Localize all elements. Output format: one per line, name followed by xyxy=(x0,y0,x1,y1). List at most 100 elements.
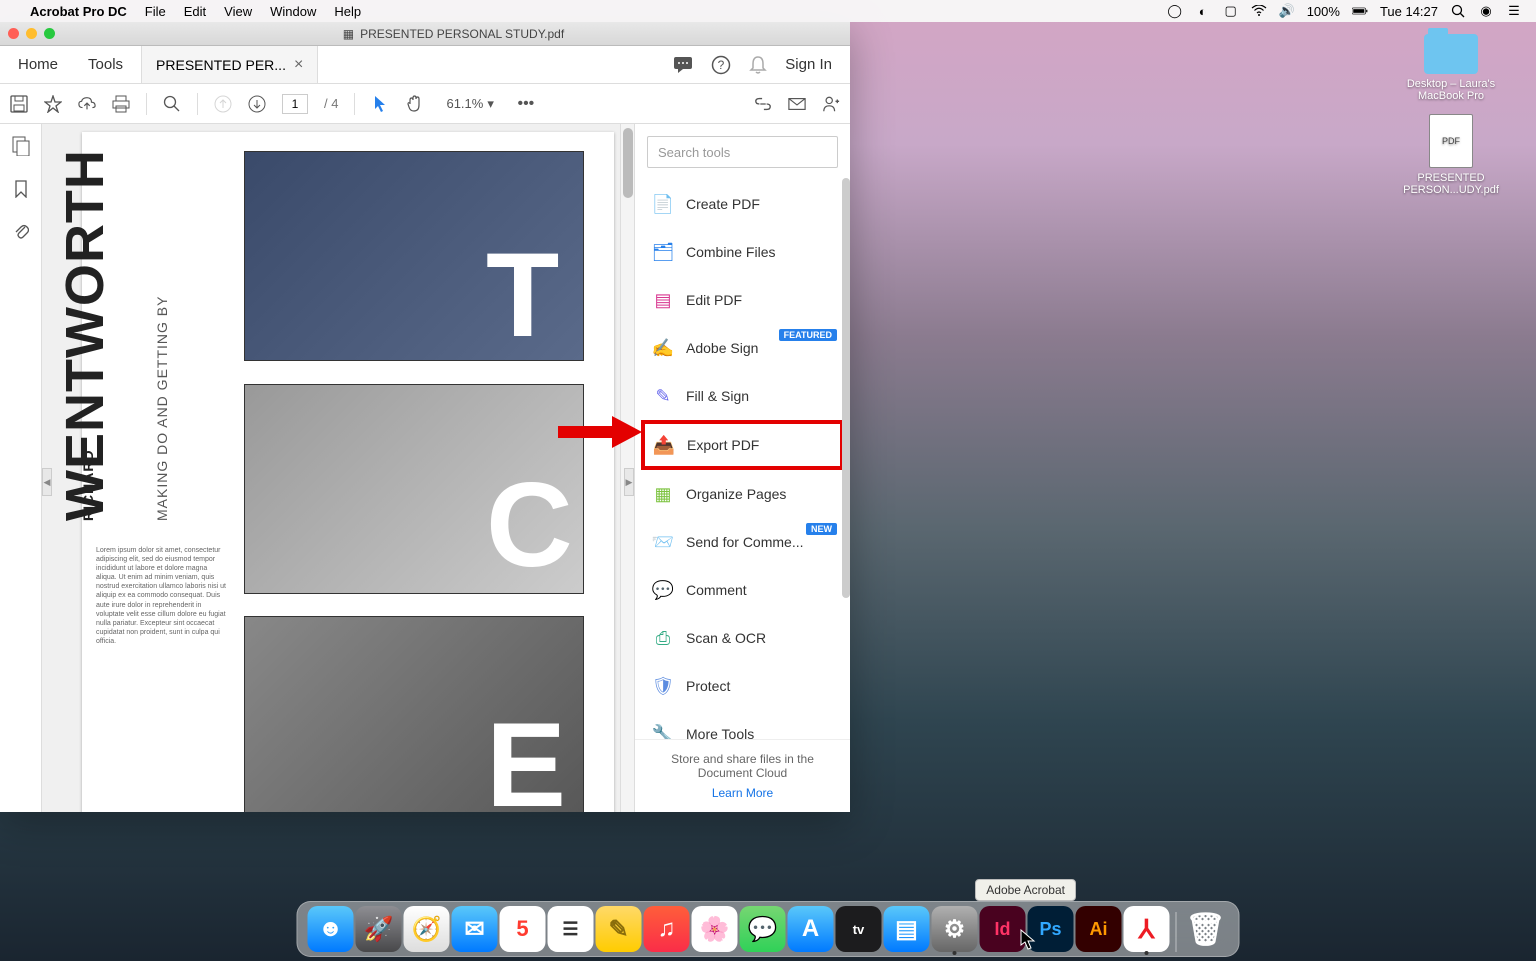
dock-keynote[interactable]: ▤ xyxy=(884,906,930,952)
page-down-icon[interactable] xyxy=(248,95,266,113)
tool-label: Export PDF xyxy=(687,437,759,453)
maximize-window-button[interactable] xyxy=(44,28,55,39)
creative-cloud-icon[interactable]: ◐ xyxy=(1195,3,1211,19)
tool-send-for-comments[interactable]: 📨Send for Comme...NEW xyxy=(641,518,844,566)
create-pdf-icon: 📄 xyxy=(652,193,674,215)
battery-percent: 100% xyxy=(1307,4,1340,19)
tool-scan-ocr[interactable]: ⎙ Scan & OCR xyxy=(641,614,844,662)
link-share-icon[interactable] xyxy=(754,95,772,113)
window-title: PRESENTED PERSONAL STUDY.pdf xyxy=(360,27,564,41)
menubar-date[interactable]: Tue 14:27 xyxy=(1380,4,1438,19)
pdf-page: RICHARD WENTWORTH MAKING DO AND GETTING … xyxy=(82,132,614,812)
dock-tooltip: Adobe Acrobat xyxy=(975,879,1076,901)
page-subtitle: MAKING DO AND GETTING BY xyxy=(154,296,170,521)
dock-indesign[interactable]: Id xyxy=(980,906,1026,952)
comment-bubble-icon[interactable] xyxy=(673,56,693,74)
cloud-upload-icon[interactable] xyxy=(78,95,96,113)
email-icon[interactable] xyxy=(788,95,806,113)
menu-edit[interactable]: Edit xyxy=(184,4,206,19)
notification-center-icon[interactable]: ☰ xyxy=(1506,3,1522,19)
wifi-icon[interactable] xyxy=(1251,3,1267,19)
folder-label: Desktop – Laura's MacBook Pro xyxy=(1396,78,1506,102)
zoom-dropdown[interactable]: 61.1% ▾ xyxy=(439,93,500,115)
desktop-folder[interactable]: Desktop – Laura's MacBook Pro xyxy=(1396,34,1506,102)
document-tab[interactable]: PRESENTED PER... × xyxy=(141,46,318,83)
desktop-pdf-file[interactable]: PDF PRESENTED PERSON...UDY.pdf xyxy=(1396,114,1506,196)
dock-safari[interactable]: 🧭 xyxy=(404,906,450,952)
scan-ocr-icon: ⎙ xyxy=(652,627,674,649)
tool-fill-sign[interactable]: ✎Fill & Sign xyxy=(641,372,844,420)
dock-notes[interactable]: ✎ xyxy=(596,906,642,952)
tool-combine-files[interactable]: 🗂Combine Files xyxy=(641,228,844,276)
dock-photos[interactable]: 🌸 xyxy=(692,906,738,952)
panel-scrollbar[interactable] xyxy=(842,178,850,746)
dock-finder[interactable]: ☻ xyxy=(308,906,354,952)
tool-label: Organize Pages xyxy=(686,486,786,502)
circle-status-icon[interactable]: ◯ xyxy=(1167,3,1183,19)
tools-button[interactable]: Tools xyxy=(88,56,123,73)
dock-music[interactable]: ♫ xyxy=(644,906,690,952)
mouse-cursor xyxy=(1020,929,1036,951)
dock-mail[interactable]: ✉ xyxy=(452,906,498,952)
close-tab-icon[interactable]: × xyxy=(294,56,303,74)
attachment-icon[interactable] xyxy=(13,222,29,240)
dock-trash[interactable]: 🗑 xyxy=(1183,906,1229,952)
toolbar: / 4 61.1% ▾ ••• xyxy=(0,84,850,124)
dock-messages[interactable]: 💬 xyxy=(740,906,786,952)
dock-preferences[interactable]: ⚙ xyxy=(932,906,978,952)
sign-in-button[interactable]: Sign In xyxy=(785,56,832,73)
dock-appstore[interactable]: A xyxy=(788,906,834,952)
tool-comment[interactable]: 💬Comment xyxy=(641,566,844,614)
document-view[interactable]: ◀ RICHARD WENTWORTH MAKING DO AND GETTIN… xyxy=(42,124,634,812)
learn-more-link[interactable]: Learn More xyxy=(649,786,836,800)
menu-window[interactable]: Window xyxy=(270,4,316,19)
bookmark-icon[interactable] xyxy=(14,180,28,198)
collapse-panel-handle[interactable]: ▶ xyxy=(624,468,634,496)
tool-more-tools[interactable]: 🔧More Tools xyxy=(641,710,844,739)
more-tools-icon[interactable]: ••• xyxy=(517,95,535,113)
more-tools-wrench-icon: 🔧 xyxy=(652,723,674,739)
tool-export-pdf[interactable]: 📤Export PDF xyxy=(641,420,844,470)
minimize-window-button[interactable] xyxy=(26,28,37,39)
tool-create-pdf[interactable]: 📄Create PDF xyxy=(641,180,844,228)
tool-protect[interactable]: 🛡Protect xyxy=(641,662,844,710)
window-controls xyxy=(8,28,55,39)
page-number-input[interactable] xyxy=(282,94,308,114)
window-titlebar[interactable]: ▦ PRESENTED PERSONAL STUDY.pdf xyxy=(0,22,850,46)
dock-calendar[interactable]: 5 xyxy=(500,906,546,952)
dock-tv[interactable]: tv xyxy=(836,906,882,952)
add-user-icon[interactable] xyxy=(822,95,840,113)
magnifier-icon[interactable] xyxy=(163,95,181,113)
hand-tool-icon[interactable] xyxy=(405,95,423,113)
thumbnails-icon[interactable] xyxy=(12,136,30,156)
dock-launchpad[interactable]: 🚀 xyxy=(356,906,402,952)
expand-left-handle[interactable]: ◀ xyxy=(42,468,52,496)
selection-tool-icon[interactable] xyxy=(371,95,389,113)
help-icon[interactable]: ? xyxy=(711,55,731,75)
tool-adobe-sign[interactable]: ✍Adobe SignFEATURED xyxy=(641,324,844,372)
spotlight-icon[interactable] xyxy=(1450,3,1466,19)
print-icon[interactable] xyxy=(112,95,130,113)
dock-acrobat[interactable]: ⅄ xyxy=(1124,906,1170,952)
home-button[interactable]: Home xyxy=(18,56,58,73)
menu-view[interactable]: View xyxy=(224,4,252,19)
dock-reminders[interactable]: ☰ xyxy=(548,906,594,952)
tool-edit-pdf[interactable]: ▤Edit PDF xyxy=(641,276,844,324)
volume-icon[interactable]: 🔊 xyxy=(1279,3,1295,19)
save-icon[interactable] xyxy=(10,95,28,113)
tool-label: Scan & OCR xyxy=(686,630,766,646)
menu-help[interactable]: Help xyxy=(334,4,361,19)
menu-file[interactable]: File xyxy=(145,4,166,19)
tool-organize-pages[interactable]: ▦Organize Pages xyxy=(641,470,844,518)
new-badge: NEW xyxy=(806,523,837,535)
airplay-icon[interactable]: ▢ xyxy=(1223,3,1239,19)
promo-text: Store and share files in the Document Cl… xyxy=(649,752,836,780)
search-tools-input[interactable]: Search tools xyxy=(647,136,838,168)
page-up-icon[interactable] xyxy=(214,95,232,113)
siri-icon[interactable]: ◉ xyxy=(1478,3,1494,19)
menubar-app-name[interactable]: Acrobat Pro DC xyxy=(30,4,127,19)
bell-icon[interactable] xyxy=(749,55,767,75)
star-icon[interactable] xyxy=(44,95,62,113)
dock-illustrator[interactable]: Ai xyxy=(1076,906,1122,952)
close-window-button[interactable] xyxy=(8,28,19,39)
